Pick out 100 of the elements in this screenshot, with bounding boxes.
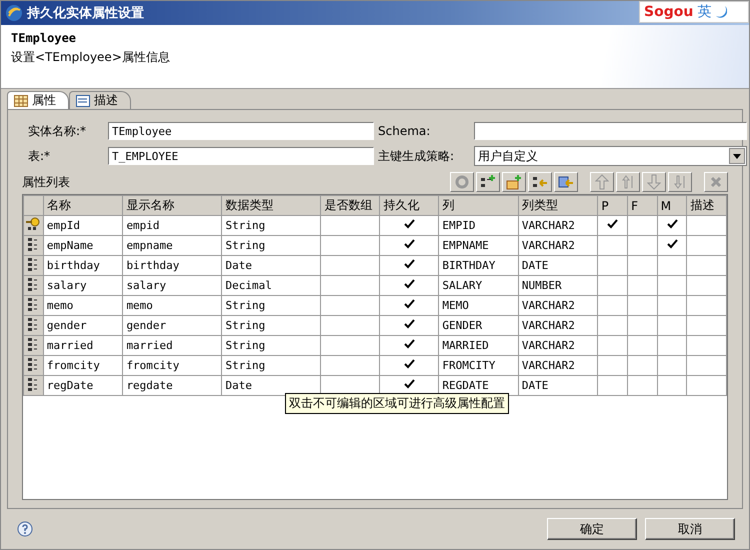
field-icon [28, 277, 38, 291]
column-header[interactable]: F [628, 196, 658, 216]
column-header[interactable]: P [598, 196, 628, 216]
table-cell: EMPNAME [438, 236, 518, 256]
table-cell [686, 276, 726, 296]
column-header[interactable]: 描述 [686, 196, 726, 216]
table-cell: fromcity [122, 356, 222, 376]
field-label: 实体名称:* [28, 122, 88, 140]
add-table-icon [506, 174, 522, 190]
table-cell: DATE [518, 376, 598, 396]
schema-field[interactable] [474, 122, 747, 140]
table-cell: regdate [122, 376, 222, 396]
table-cell: DATE [518, 256, 598, 276]
table-cell: empname [122, 236, 222, 256]
checkmark-icon [404, 319, 415, 329]
table-cell: VARCHAR2 [518, 296, 598, 316]
table-cell: String [222, 296, 321, 316]
header-title: TEmployee [11, 31, 78, 45]
toolbar-button[interactable] [476, 172, 500, 192]
table-cell [686, 296, 726, 316]
table-cell: NUMBER [518, 276, 598, 296]
help-icon[interactable] [17, 521, 33, 537]
table-arrow-icon [558, 174, 574, 190]
table-cell: VARCHAR2 [518, 216, 598, 236]
field-label: Schema: [378, 124, 432, 138]
toolbar-button[interactable] [554, 172, 578, 192]
field-label: 表:* [28, 148, 52, 164]
entity-name-field[interactable]: TEmployee [108, 122, 374, 140]
checkmark-icon [666, 219, 678, 229]
table-cell: EMPID [438, 216, 518, 236]
table-cell: VARCHAR2 [518, 236, 598, 256]
checkmark-icon [666, 239, 678, 249]
table-cell: String [222, 216, 321, 236]
up-bar-icon [621, 174, 635, 190]
checkmark-icon [404, 259, 415, 269]
table-cell: empId [43, 216, 123, 236]
table-cell: MEMO [438, 296, 518, 316]
table-cell [686, 316, 726, 336]
delete-icon [710, 176, 722, 188]
form-icon [76, 94, 90, 106]
column-header[interactable]: 列 [438, 196, 518, 216]
table-cell: SALARY [438, 276, 518, 296]
column-header[interactable]: 持久化 [380, 196, 439, 216]
field-icon [28, 257, 38, 271]
field-icon [28, 237, 38, 251]
table-cell: String [222, 356, 321, 376]
field-icon [28, 337, 38, 351]
list-arrow-icon [532, 174, 548, 190]
tab[interactable]: 属性 [7, 91, 69, 109]
table-cell: birthday [122, 256, 222, 276]
table-cell: married [43, 336, 123, 356]
table-cell: birthday [43, 256, 123, 276]
add-list-icon [480, 174, 496, 190]
ime-mode[interactable]: 英 [697, 3, 712, 21]
table-cell: memo [122, 296, 222, 316]
window-title: 持久化实体属性设置 [27, 4, 144, 22]
column-header[interactable]: 列类型 [518, 196, 598, 216]
checkmark-icon [607, 219, 618, 229]
up-arrow-icon [595, 174, 609, 190]
table-cell: GENDER [438, 316, 518, 336]
table-icon [14, 94, 28, 106]
key-icon [25, 217, 42, 231]
column-header[interactable]: 数据类型 [222, 196, 321, 216]
field-label: 主键生成策略: [378, 148, 456, 164]
down-bar-icon [673, 174, 687, 190]
table-cell [686, 336, 726, 356]
table-cell: married [122, 336, 222, 356]
tab[interactable]: 描述 [69, 91, 131, 109]
table-cell [686, 376, 726, 396]
field-icon [28, 297, 38, 311]
table-cell: VARCHAR2 [518, 336, 598, 356]
table-cell: MARRIED [438, 336, 518, 356]
moon-icon[interactable] [715, 5, 728, 19]
column-header[interactable]: M [657, 196, 687, 216]
column-header[interactable]: 是否数组 [320, 196, 380, 216]
column-header[interactable]: 显示名称 [122, 196, 222, 216]
table-cell: Date [222, 256, 321, 276]
table-cell: memo [43, 296, 123, 316]
strategy-dropdown[interactable]: 用户自定义 [474, 146, 747, 166]
table-cell: fromcity [43, 356, 123, 376]
table-cell: VARCHAR2 [518, 316, 598, 336]
table-cell: salary [43, 276, 123, 296]
table-field[interactable]: T_EMPLOYEE [108, 147, 374, 165]
column-header[interactable]: 名称 [43, 196, 123, 216]
checkmark-icon [404, 239, 415, 249]
checkmark-icon [404, 339, 415, 349]
checkmark-icon [404, 359, 415, 369]
table-cell: String [222, 336, 321, 356]
tooltip: 双击不可编辑的区域可进行高级属性配置 [285, 393, 509, 414]
table-cell: FROMCITY [438, 356, 518, 376]
table-cell: salary [122, 276, 222, 296]
section-title: 属性列表 [22, 174, 70, 190]
table-cell: empName [43, 236, 123, 256]
checkmark-icon [404, 299, 415, 309]
table-cell: gender [122, 316, 222, 336]
field-icon [28, 377, 38, 391]
dialog-button[interactable]: 确定 [547, 518, 637, 540]
toolbar-button[interactable] [528, 172, 552, 192]
dialog-button[interactable]: 取消 [645, 518, 735, 540]
field-icon [28, 317, 38, 331]
